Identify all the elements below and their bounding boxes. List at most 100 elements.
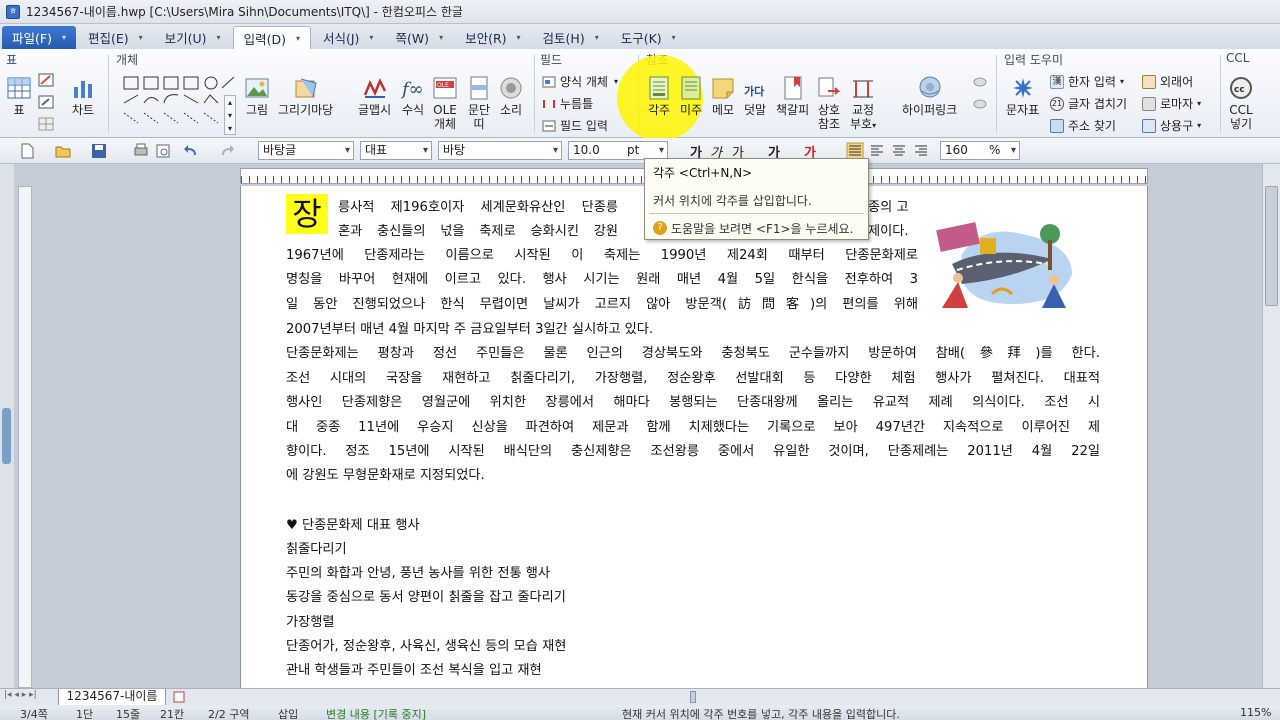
- language-select[interactable]: 대표: [360, 141, 432, 160]
- tab-format[interactable]: 서식(J) ▾: [313, 26, 383, 49]
- redo-icon[interactable]: [218, 142, 236, 160]
- tooltip-title: 각주 <Ctrl+N,N>: [653, 166, 753, 180]
- align-left-icon[interactable]: [868, 142, 886, 160]
- group-title-object: 개체: [116, 53, 139, 67]
- tab-review[interactable]: 검토(H) ▾: [533, 26, 609, 49]
- sound-button[interactable]: 소리: [498, 75, 524, 117]
- tab-file[interactable]: 파일(F) ▾: [2, 26, 76, 49]
- doc-line: 대 중종 11년에 우승지 신상을 파견하여 제문과 함께 치제했다는 기록으로…: [286, 420, 1100, 435]
- table-icon: [7, 77, 31, 99]
- link-small-icon[interactable]: [972, 75, 988, 89]
- vertical-scrollbar[interactable]: [1262, 164, 1280, 688]
- tab-scroll-arrows[interactable]: |◂ ◂ ▸ ▸|: [4, 690, 37, 700]
- character-map-button[interactable]: 문자표: [1006, 75, 1039, 117]
- group-title-ccl: CCL: [1226, 51, 1250, 65]
- proof-mark-label-1: 교정: [852, 103, 875, 117]
- overlap-chars-button[interactable]: 21 글자 겹치기: [1050, 95, 1127, 112]
- ole-object-button[interactable]: OLE OLE 개체: [432, 75, 458, 131]
- hyperlink-button[interactable]: 하이퍼링크: [902, 75, 957, 117]
- group-title-field: 필드: [540, 53, 563, 67]
- clipart-image[interactable]: [922, 204, 1102, 316]
- table-edit-icon[interactable]: [38, 73, 54, 87]
- document-tab[interactable]: 1234567-내이름: [58, 689, 166, 706]
- common-phrase-button[interactable]: 상용구 ▾: [1142, 117, 1201, 134]
- hyperlink-icon: [919, 76, 941, 98]
- address-search-button[interactable]: 주소 찾기: [1050, 117, 1116, 134]
- memo-button[interactable]: 메모: [710, 75, 736, 117]
- horizontal-scroll-thumb[interactable]: [690, 691, 696, 703]
- tab-view[interactable]: 보기(U) ▾: [155, 26, 231, 49]
- romanize-button[interactable]: 로마자 ▾: [1142, 95, 1201, 112]
- print-icon[interactable]: [132, 142, 150, 160]
- glyph-art-button[interactable]: 글맵시: [358, 75, 391, 117]
- shapes-gallery[interactable]: [120, 73, 236, 135]
- form-object-button[interactable]: 양식 개체 ▾: [542, 73, 618, 90]
- chevron-down-icon: ▾: [138, 33, 143, 42]
- tab-tools[interactable]: 도구(K) ▾: [611, 26, 686, 49]
- endnote-button[interactable]: 미주: [678, 75, 704, 117]
- group-title-input-helper: 입력 도우미: [1004, 53, 1064, 67]
- glyph-art-icon: [363, 77, 386, 98]
- click-field-button[interactable]: 누름틀: [542, 95, 593, 112]
- side-panel-toggle[interactable]: [2, 408, 11, 464]
- paragraph-band-label-2: 띠: [473, 117, 485, 131]
- bookmark-button[interactable]: 책갈피: [776, 75, 809, 117]
- vertical-ruler: [18, 186, 32, 688]
- formula-button[interactable]: f∞ 수식: [400, 75, 426, 117]
- svg-text:OLE: OLE: [437, 82, 449, 89]
- field-input-button[interactable]: 필드 입력: [542, 117, 608, 134]
- zoom-select[interactable]: 160 %: [940, 141, 1020, 160]
- status-column: 1단: [76, 708, 94, 720]
- scrollbar-thumb[interactable]: [1265, 186, 1278, 306]
- ccl-insert-button[interactable]: cc CCL 넣기: [1228, 75, 1254, 131]
- table-eraser-icon[interactable]: [38, 95, 54, 109]
- cross-reference-button[interactable]: 상호 참조: [816, 75, 842, 131]
- title-bar: ㅎ 1234567-내이름.hwp [C:\Users\Mira Sihn\Do…: [0, 0, 1280, 24]
- address-search-label: 주소 찾기: [1068, 119, 1116, 133]
- list-item: 주민의 화합과 안녕, 풍년 농사를 위한 전통 행사: [286, 566, 551, 581]
- tab-edit[interactable]: 편집(E) ▾: [78, 26, 153, 49]
- loanword-icon: [1142, 74, 1156, 89]
- table-button[interactable]: 표: [6, 75, 32, 117]
- chevron-down-icon: ▾: [516, 33, 521, 42]
- gallery-button[interactable]: 그리기마당: [278, 75, 333, 117]
- proof-mark-button[interactable]: 교정 부호▾: [850, 75, 876, 133]
- align-right-icon[interactable]: [912, 142, 930, 160]
- app-icon: ㅎ: [6, 4, 20, 19]
- tab-page[interactable]: 쪽(W) ▾: [385, 26, 453, 49]
- ole-icon: OLE: [433, 77, 457, 99]
- new-document-icon[interactable]: [18, 142, 36, 160]
- print-preview-icon[interactable]: [154, 142, 172, 160]
- shapes-scroll[interactable]: ▴ ▾ ▾: [224, 95, 236, 135]
- overwrite-button[interactable]: 가다 덧말: [742, 75, 768, 117]
- status-insert-mode[interactable]: 삽입: [278, 706, 298, 720]
- formula-label: 수식: [401, 103, 425, 117]
- tab-security[interactable]: 보안(R) ▾: [455, 26, 530, 49]
- undo-icon[interactable]: [182, 142, 200, 160]
- status-bar: 3/4쪽 1단 15줄 21칸 2/2 구역 삽입 변경 내용 [기록 중지] …: [0, 705, 1280, 720]
- svg-text:cc: cc: [1234, 85, 1245, 95]
- style-select[interactable]: 바탕글: [258, 141, 354, 160]
- tab-insert[interactable]: 입력(D) ▾: [232, 26, 311, 49]
- footnote-button[interactable]: 각주: [646, 75, 672, 117]
- open-folder-icon[interactable]: [54, 142, 72, 160]
- picture-button[interactable]: 그림: [244, 75, 270, 117]
- loanword-label: 외래어: [1160, 75, 1194, 89]
- chevron-down-icon: ▾: [1197, 99, 1202, 108]
- paragraph-band-button[interactable]: 문단 띠: [466, 75, 492, 131]
- align-center-icon[interactable]: [890, 142, 908, 160]
- status-section: 2/2 구역: [208, 708, 250, 720]
- tab-page-label: 쪽(W): [395, 31, 430, 46]
- status-track-changes[interactable]: 변경 내용 [기록 중지]: [326, 706, 426, 720]
- table-grid-icon[interactable]: [38, 117, 54, 131]
- save-icon[interactable]: [90, 142, 108, 160]
- doc-line: 1967년에 단종제라는 이름으로 시작된 이 축제는 1990년 제24회 때…: [286, 248, 918, 263]
- status-zoom[interactable]: 115%: [1240, 706, 1271, 719]
- font-select[interactable]: 바탕: [438, 141, 562, 160]
- svg-text:f∞: f∞: [400, 79, 424, 100]
- hanja-input-button[interactable]: 漢 한자 입력 ▾: [1050, 73, 1124, 90]
- link-small-icon-2[interactable]: [972, 97, 988, 111]
- chart-button[interactable]: 차트: [70, 75, 96, 117]
- loanword-button[interactable]: 외래어: [1142, 73, 1193, 90]
- new-tab-icon[interactable]: [172, 690, 188, 704]
